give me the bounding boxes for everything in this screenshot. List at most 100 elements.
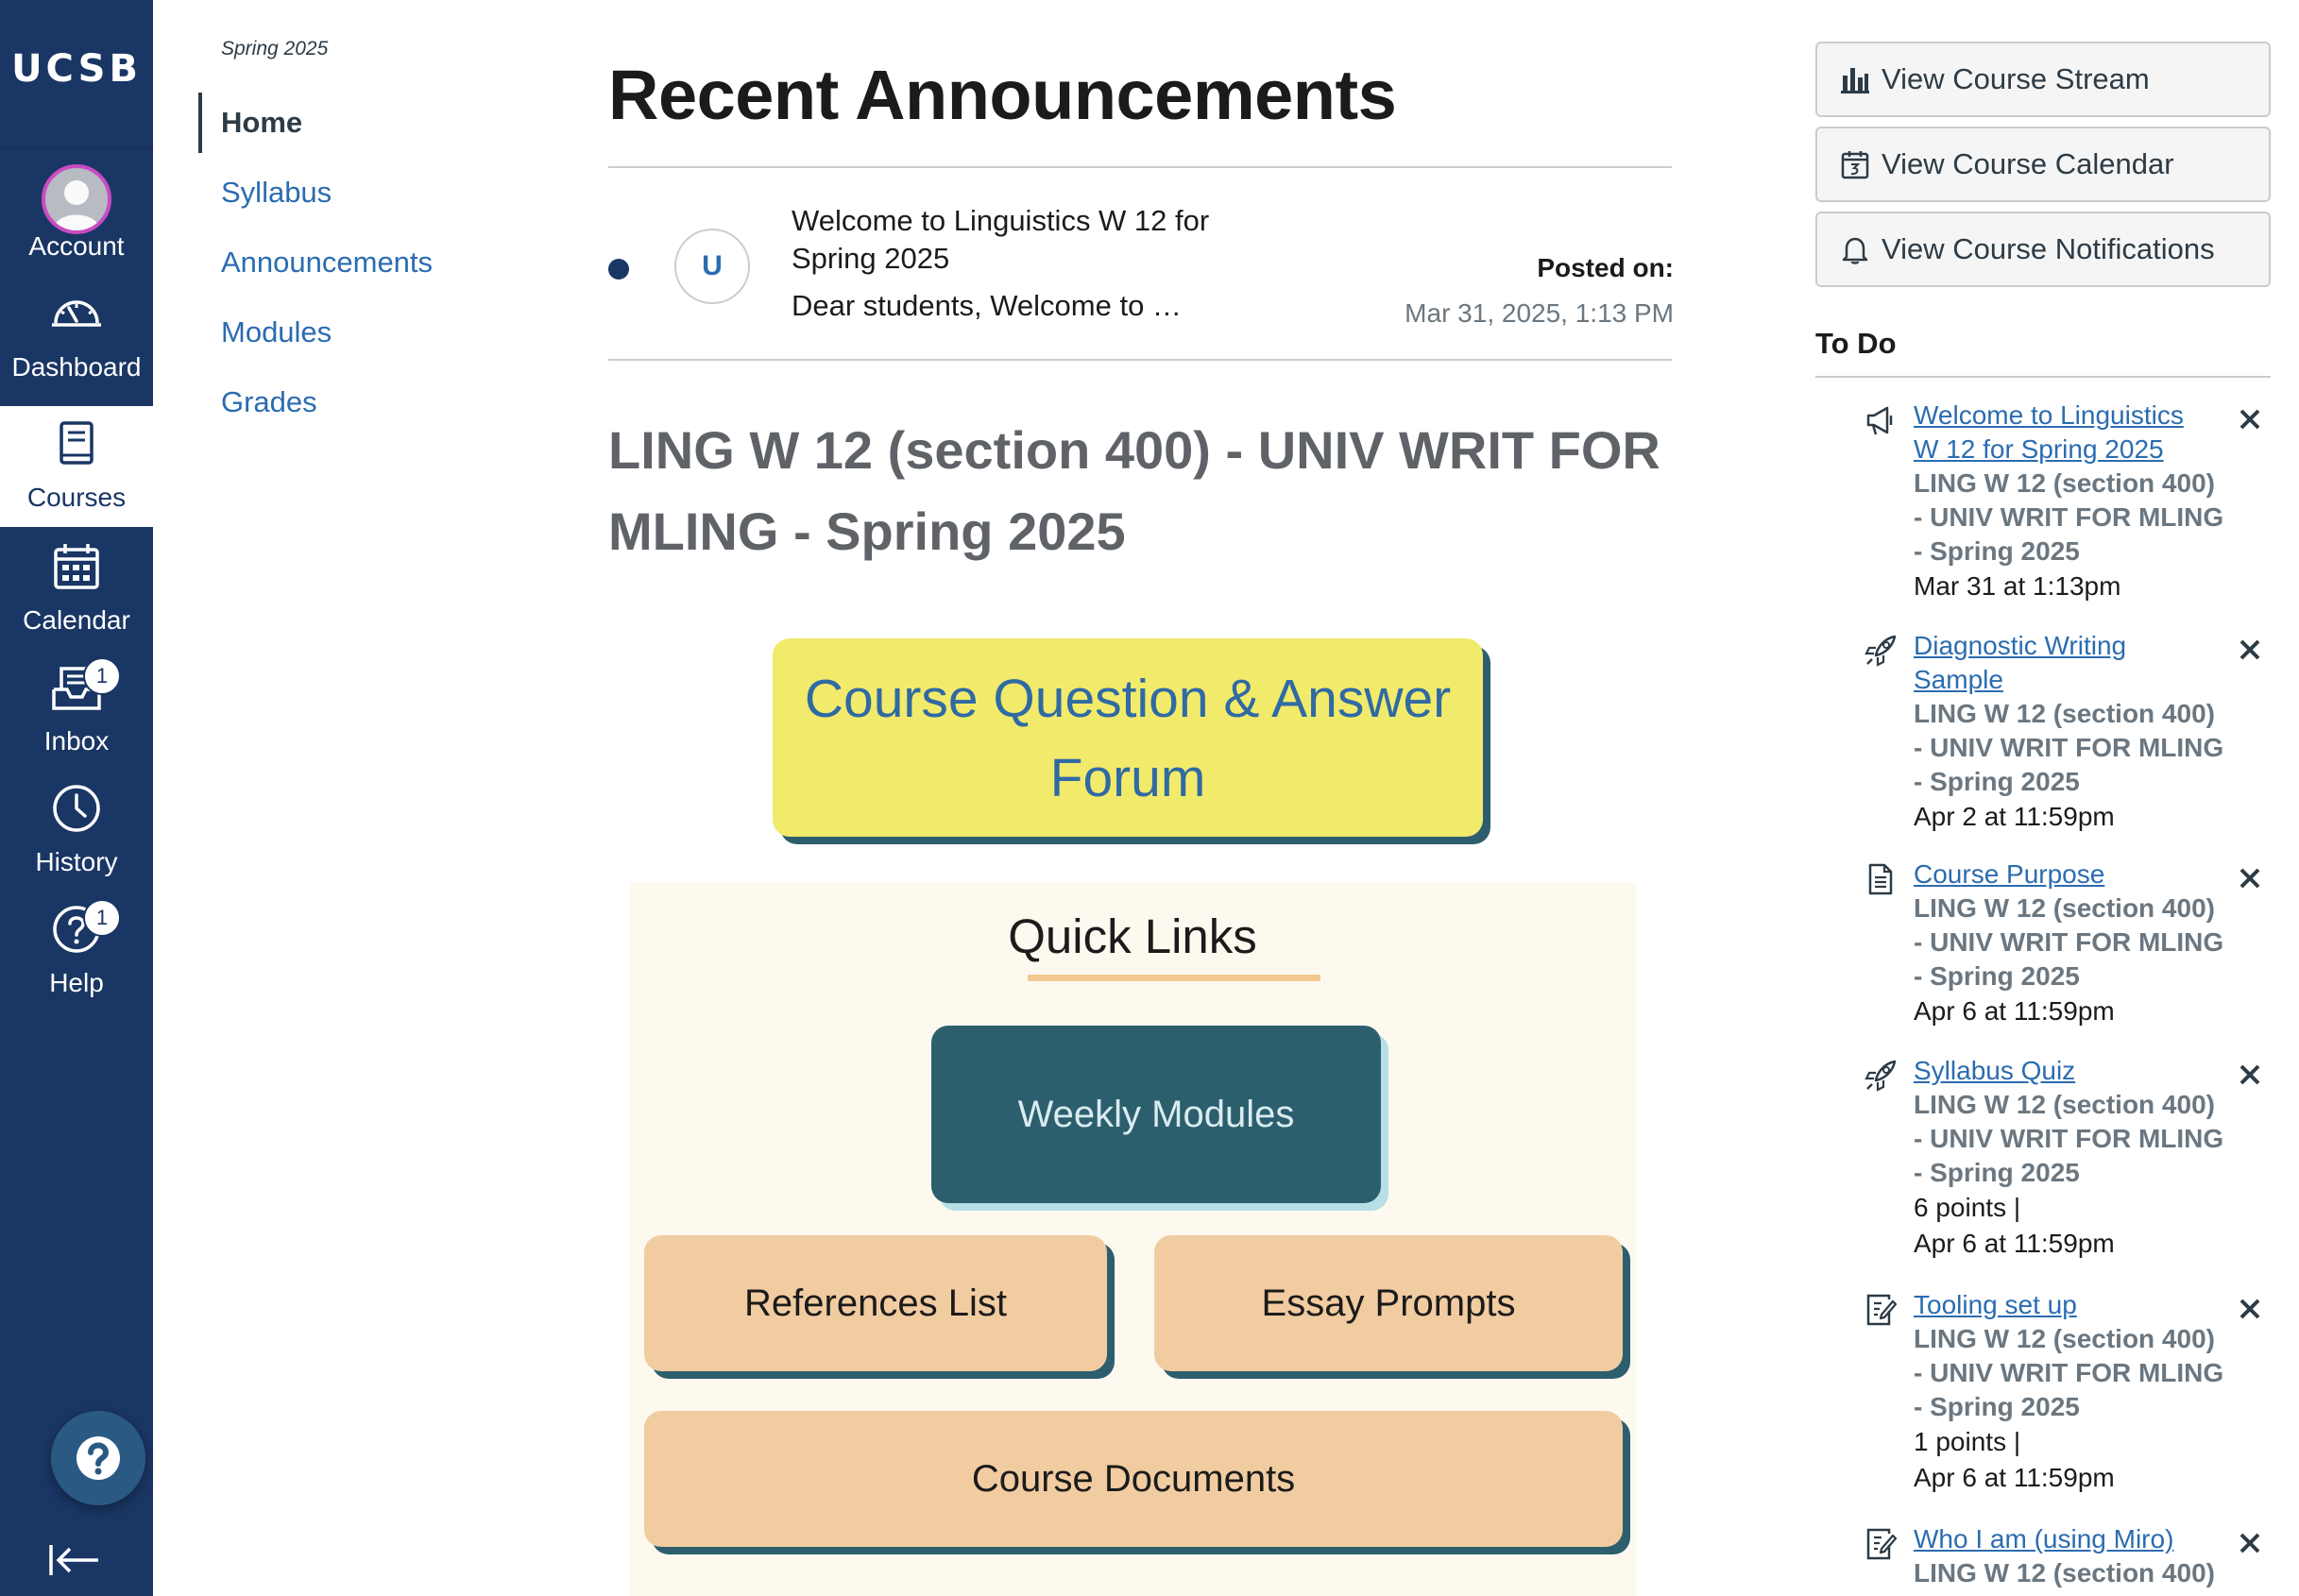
references-list-button[interactable]: References List <box>644 1235 1107 1371</box>
clock-icon <box>53 785 100 832</box>
announcement-snippet: Dear students, Welcome to … <box>792 289 1182 322</box>
collapse-nav-icon[interactable] <box>47 1541 100 1579</box>
course-nav-grades[interactable]: Grades <box>198 372 538 433</box>
button-label: View Course Calendar <box>1882 147 2174 180</box>
global-nav-label: Help <box>49 968 104 997</box>
global-nav-history[interactable]: History <box>0 771 153 891</box>
title-underline <box>1028 975 1320 981</box>
todo-item: Tooling set up LING W 12 (section 400) -… <box>1815 1288 2271 1496</box>
rocket-icon <box>1865 1060 1897 1092</box>
quick-links-panel: Quick Links Weekly Modules References Li… <box>629 882 1636 1596</box>
divider <box>608 166 1672 168</box>
todo-course: LING W 12 (section 400) - UNIV WRIT FOR … <box>1914 893 2224 991</box>
calendar-icon <box>54 544 99 589</box>
main-content: Recent Announcements U Welcome to Lingui… <box>578 0 1693 1596</box>
help-tray-button[interactable] <box>51 1411 145 1505</box>
todo-title-link[interactable]: Who I am (using Miro) <box>1914 1522 2254 1556</box>
global-nav-label: History <box>35 847 118 876</box>
avatar <box>42 164 111 234</box>
course-nav-syllabus[interactable]: Syllabus <box>198 162 538 223</box>
button-label: View Course Stream <box>1882 62 2150 95</box>
right-sidebar: View Course Stream View Course Calendar … <box>1806 0 2299 1596</box>
close-icon[interactable] <box>2237 406 2263 433</box>
todo-course: LING W 12 (section 400) - UNIV WRIT FOR … <box>1914 699 2224 796</box>
todo-item: Diagnostic Writing Sample LING W 12 (sec… <box>1815 629 2271 835</box>
view-course-calendar-button[interactable]: View Course Calendar <box>1815 127 2271 202</box>
global-nav-label: Courses <box>26 483 127 512</box>
rocket-icon <box>1865 635 1897 667</box>
course-navigation: Spring 2025 Home Syllabus Announcements … <box>153 0 578 1596</box>
question-circle-icon <box>77 1436 120 1480</box>
todo-course: LING W 12 (section 400) - UNIV WRIT FOR … <box>1914 468 2224 566</box>
course-nav-announcements[interactable]: Announcements <box>198 232 538 293</box>
global-nav-help[interactable]: 1 Help <box>0 891 153 1012</box>
posted-date: Mar 31, 2025, 1:13 PM <box>1405 298 1674 328</box>
todo-due: Apr 6 at 11:59pm <box>1914 1229 2115 1258</box>
essay-prompts-button[interactable]: Essay Prompts <box>1154 1235 1623 1371</box>
todo-course: LING W 12 (section 400) <box>1914 1558 2215 1588</box>
global-nav-calendar[interactable]: Calendar <box>0 529 153 650</box>
todo-course: LING W 12 (section 400) - UNIV WRIT FOR … <box>1914 1324 2224 1421</box>
close-icon[interactable] <box>2237 1296 2263 1322</box>
assignment-icon <box>1866 1294 1897 1326</box>
todo-points: 1 points | <box>1914 1427 2021 1456</box>
todo-title-link[interactable]: Course Purpose <box>1914 857 2206 891</box>
view-course-stream-button[interactable]: View Course Stream <box>1815 42 2271 117</box>
view-course-notifications-button[interactable]: View Course Notifications <box>1815 212 2271 287</box>
todo-due: Apr 6 at 11:59pm <box>1914 996 2115 1026</box>
close-icon[interactable] <box>2237 637 2263 663</box>
global-nav-label: Inbox <box>43 726 110 756</box>
dashboard-icon <box>52 300 101 327</box>
global-nav-label: Account <box>28 231 125 261</box>
todo-item: Course Purpose LING W 12 (section 400) -… <box>1815 857 2271 1029</box>
todo-title-link[interactable]: Tooling set up <box>1914 1288 2206 1322</box>
inbox-unread-badge: 1 <box>83 657 121 695</box>
global-nav-inbox[interactable]: 1 Inbox <box>0 650 153 771</box>
close-icon[interactable] <box>2237 865 2263 891</box>
todo-title-link[interactable]: Syllabus Quiz <box>1914 1054 2206 1088</box>
global-nav-account[interactable]: Account <box>0 155 153 276</box>
weekly-modules-button[interactable]: Weekly Modules <box>931 1026 1381 1203</box>
todo-item: Syllabus Quiz LING W 12 (section 400) - … <box>1815 1054 2271 1262</box>
unread-dot <box>608 259 629 280</box>
todo-course: LING W 12 (section 400) - UNIV WRIT FOR … <box>1914 1090 2224 1187</box>
document-icon <box>1868 863 1893 895</box>
term-label: Spring 2025 <box>221 38 329 59</box>
todo-title-link[interactable]: Diagnostic Writing Sample <box>1914 629 2206 697</box>
global-navigation: UCSB Account Dashboard Courses Calendar … <box>0 0 153 1596</box>
todo-title-link[interactable]: Welcome to Linguistics W 12 for Spring 2… <box>1914 399 2206 467</box>
todo-item: Who I am (using Miro) LING W 12 (section… <box>1815 1522 2271 1590</box>
course-documents-button[interactable]: Course Documents <box>644 1411 1623 1547</box>
todo-item: Welcome to Linguistics W 12 for Spring 2… <box>1815 399 2271 604</box>
announcement-title[interactable]: Welcome to Linguistics W 12 for Spring 2… <box>792 202 1217 278</box>
book-icon <box>60 421 94 465</box>
todo-header: To Do <box>1815 327 1897 360</box>
todo-due: Apr 2 at 11:59pm <box>1914 802 2115 831</box>
todo-points: 6 points | <box>1914 1193 2021 1222</box>
course-nav-modules[interactable]: Modules <box>198 302 538 363</box>
global-nav-courses[interactable]: Courses <box>0 406 153 527</box>
help-badge: 1 <box>83 899 121 937</box>
assignment-icon <box>1866 1528 1897 1560</box>
bell-icon <box>1842 237 1868 264</box>
bar-chart-icon <box>1841 68 1869 93</box>
author-avatar: U <box>674 229 750 304</box>
close-icon[interactable] <box>2237 1061 2263 1088</box>
divider <box>608 359 1672 361</box>
close-icon[interactable] <box>2237 1530 2263 1556</box>
global-nav-label: Calendar <box>23 605 130 635</box>
quick-links-title: Quick Links <box>1008 909 1257 963</box>
todo-due: Mar 31 at 1:13pm <box>1914 571 2121 601</box>
megaphone-icon <box>1866 406 1893 435</box>
calendar-icon <box>1841 151 1869 179</box>
posted-on-label: Posted on: <box>1537 253 1674 282</box>
course-nav-home[interactable]: Home <box>198 93 538 153</box>
ucsb-logo[interactable]: UCSB <box>0 0 153 149</box>
qa-forum-button[interactable]: Course Question & Answer Forum <box>773 638 1483 837</box>
button-label: View Course Notifications <box>1882 232 2215 265</box>
global-nav-label: Dashboard <box>11 352 142 382</box>
global-nav-dashboard[interactable]: Dashboard <box>0 276 153 397</box>
course-title: LING W 12 (section 400) - UNIV WRIT FOR … <box>608 420 1660 561</box>
divider <box>1815 376 2271 378</box>
page-title: Recent Announcements <box>608 56 1397 134</box>
